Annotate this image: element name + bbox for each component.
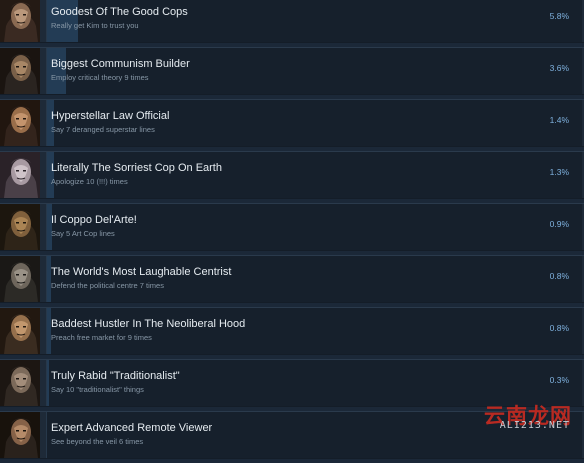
achievement-title: Goodest Of The Good Cops — [51, 6, 188, 18]
achievement-row[interactable]: Goodest Of The Good Cops Really get Kim t… — [0, 0, 584, 43]
unlock-progress-bar — [47, 152, 54, 198]
achievement-list: Goodest Of The Good Cops Really get Kim t… — [0, 0, 584, 463]
achievement-title: Biggest Communism Builder — [51, 58, 190, 70]
achievement-row[interactable]: The World's Most Laughable Centrist Defen… — [0, 255, 584, 303]
watermark-site-text: ALI213.NET — [500, 420, 570, 431]
achievement-description: Employ critical theory 9 times — [51, 73, 149, 82]
achievement-title: Il Coppo Del'Arte! — [51, 214, 137, 226]
unlock-progress-bar — [47, 48, 66, 94]
achievement-portrait-icon — [0, 48, 40, 94]
achievement-unlock-percent: 0.8% — [550, 271, 569, 281]
achievement-portrait-icon — [0, 308, 40, 354]
achievement-portrait-icon — [0, 412, 40, 458]
achievement-panel: Biggest Communism Builder Employ critical… — [46, 48, 582, 94]
achievement-title: Hyperstellar Law Official — [51, 110, 169, 122]
achievement-description: Say 10 "traditionalist" things — [51, 385, 144, 394]
achievement-title: Literally The Sorriest Cop On Earth — [51, 162, 222, 174]
achievement-title: Expert Advanced Remote Viewer — [51, 422, 212, 434]
unlock-progress-bar — [47, 256, 51, 302]
achievement-row[interactable]: Hyperstellar Law Official Say 7 deranged … — [0, 99, 584, 147]
achievement-row[interactable]: Literally The Sorriest Cop On Earth Apolo… — [0, 151, 584, 199]
achievement-panel: Il Coppo Del'Arte! Say 5 Art Cop lines 0.9… — [46, 204, 582, 250]
watermark-logo: 云南龙网 ALI213.NET — [438, 400, 578, 434]
achievement-row[interactable]: Il Coppo Del'Arte! Say 5 Art Cop lines 0.9… — [0, 203, 584, 251]
unlock-progress-bar — [47, 308, 51, 354]
achievement-title: Truly Rabid "Traditionalist" — [51, 370, 180, 382]
achievement-description: Say 7 deranged superstar lines — [51, 125, 155, 134]
achievement-unlock-percent: 3.6% — [550, 63, 569, 73]
achievement-portrait-icon — [0, 0, 40, 42]
achievement-description: Apologize 10 (!!!) times — [51, 177, 128, 186]
achievement-unlock-percent: 5.8% — [550, 11, 569, 21]
achievement-unlock-percent: 1.3% — [550, 167, 569, 177]
achievement-portrait-icon — [0, 256, 40, 302]
achievement-panel: Literally The Sorriest Cop On Earth Apolo… — [46, 152, 582, 198]
achievement-portrait-icon — [0, 360, 40, 406]
achievement-description: Say 5 Art Cop lines — [51, 229, 115, 238]
achievement-title: Baddest Hustler In The Neoliberal Hood — [51, 318, 245, 330]
achievement-panel: Hyperstellar Law Official Say 7 deranged … — [46, 100, 582, 146]
achievement-row[interactable]: Biggest Communism Builder Employ critical… — [0, 47, 584, 95]
achievement-panel: Goodest Of The Good Cops Really get Kim t… — [46, 0, 582, 42]
achievement-portrait-icon — [0, 100, 40, 146]
achievement-description: See beyond the veil 6 times — [51, 437, 143, 446]
achievement-unlock-percent: 0.3% — [550, 375, 569, 385]
achievement-unlock-percent: 1.4% — [550, 115, 569, 125]
achievement-description: Defend the political centre 7 times — [51, 281, 164, 290]
achievement-description: Preach free market for 9 times — [51, 333, 152, 342]
achievement-portrait-icon — [0, 152, 40, 198]
achievement-panel: The World's Most Laughable Centrist Defen… — [46, 256, 582, 302]
achievement-portrait-icon — [0, 204, 40, 250]
achievement-title: The World's Most Laughable Centrist — [51, 266, 231, 278]
achievement-row[interactable]: Baddest Hustler In The Neoliberal Hood Pr… — [0, 307, 584, 355]
unlock-progress-bar — [47, 204, 52, 250]
achievement-unlock-percent: 0.8% — [550, 323, 569, 333]
achievement-unlock-percent: 0.9% — [550, 219, 569, 229]
unlock-progress-bar — [47, 100, 54, 146]
unlock-progress-bar — [47, 360, 49, 406]
achievement-panel: Baddest Hustler In The Neoliberal Hood Pr… — [46, 308, 582, 354]
achievement-description: Really get Kim to trust you — [51, 21, 139, 30]
